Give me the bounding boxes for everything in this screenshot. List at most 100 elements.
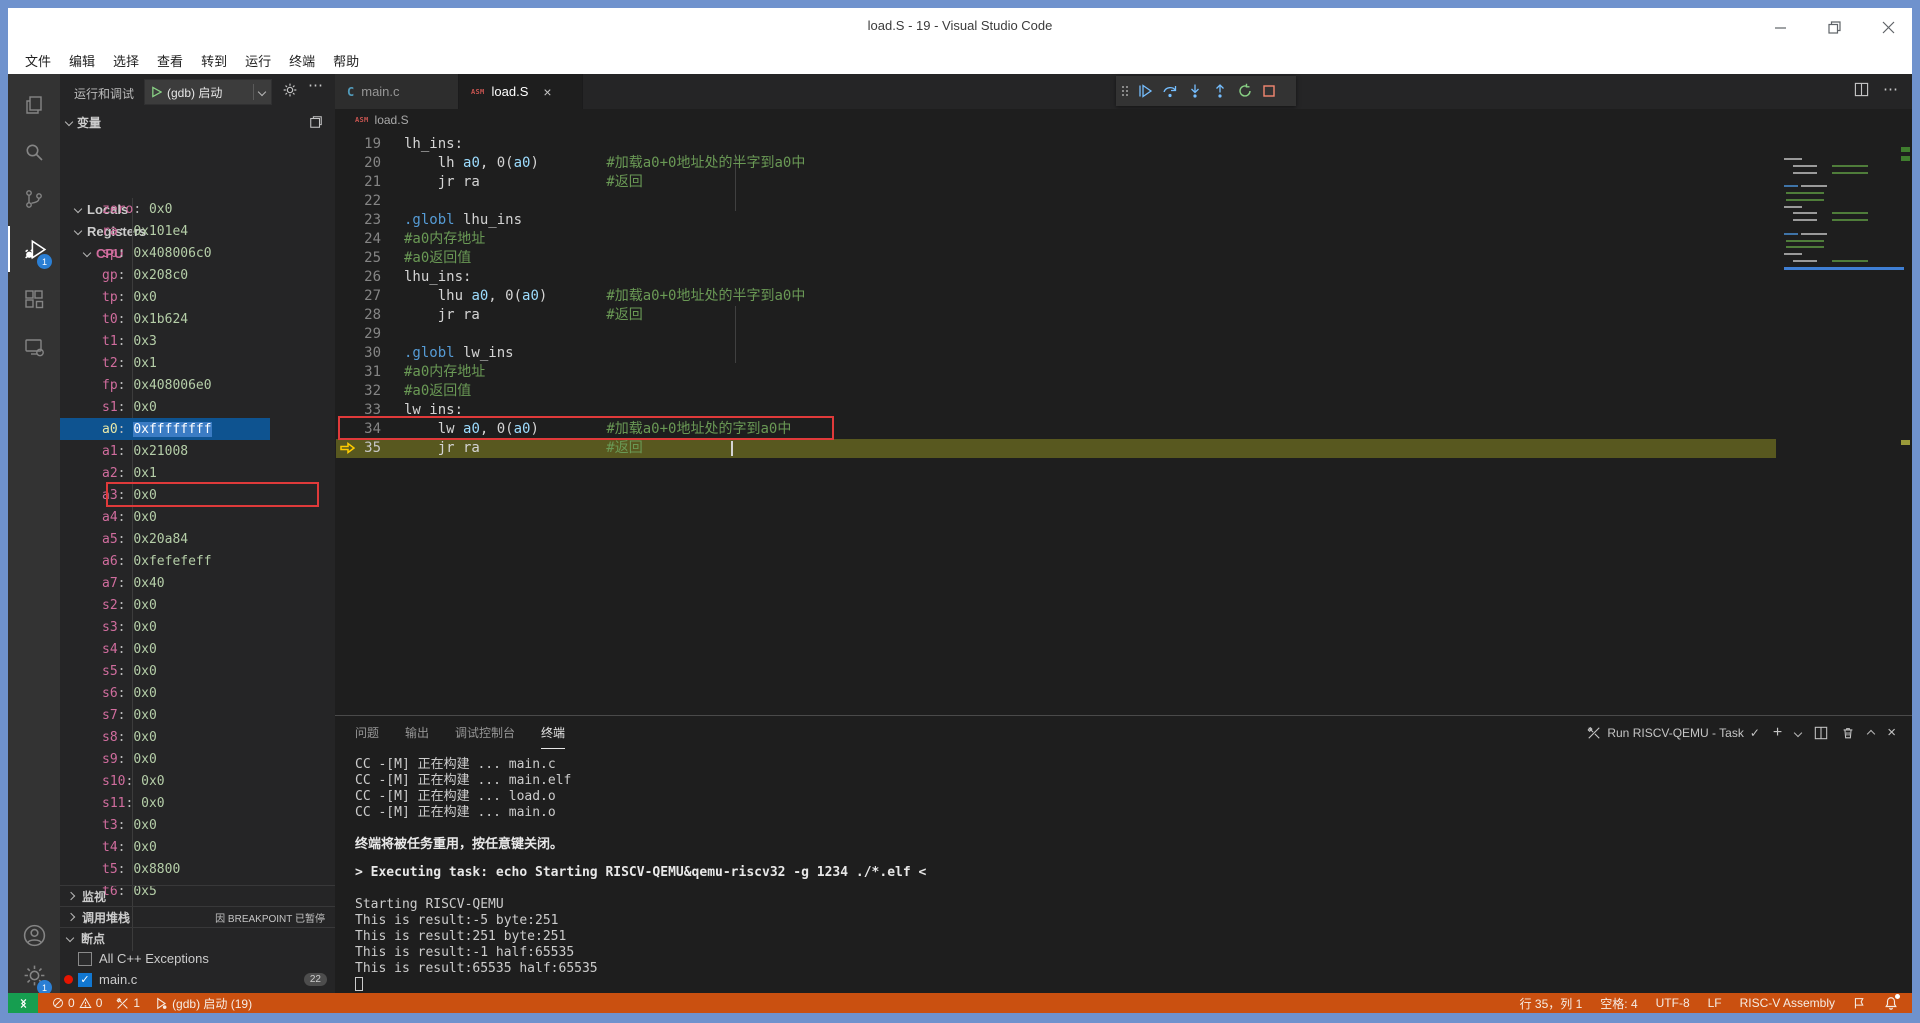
register-s11[interactable]: s11: 0x0 (60, 792, 335, 814)
tab-load.S[interactable]: ASMload.S× (459, 74, 583, 109)
register-s1[interactable]: s1: 0x0 (60, 396, 335, 418)
register-t2[interactable]: t2: 0x1 (60, 352, 335, 374)
register-a1[interactable]: a1: 0x21008 (60, 440, 335, 462)
register-a5[interactable]: a5: 0x20a84 (60, 528, 335, 550)
notifications-bell-icon[interactable] (1884, 996, 1898, 1010)
start-debug-icon[interactable] (151, 86, 162, 98)
register-t0[interactable]: t0: 0x1b624 (60, 308, 335, 330)
extensions-icon[interactable] (8, 276, 60, 322)
feedback-icon[interactable] (1853, 997, 1866, 1010)
maximize-panel-chevron-icon[interactable] (1867, 730, 1875, 738)
register-s5[interactable]: s5: 0x0 (60, 660, 335, 682)
encoding-status[interactable]: UTF-8 (1656, 996, 1690, 1010)
register-a7[interactable]: a7: 0x40 (60, 572, 335, 594)
editor[interactable]: ASM load.S 19lh_ins:20 lh a0, 0(a0) #加载a… (335, 109, 1912, 715)
register-s8[interactable]: s8: 0x0 (60, 726, 335, 748)
code-line-24[interactable]: 24#a0内存地址 (335, 230, 1912, 249)
continue-button[interactable] (1137, 83, 1153, 99)
register-zero[interactable]: zero: 0x0 (60, 198, 335, 220)
menu-item[interactable]: 编辑 (60, 48, 104, 73)
breakpoint-checkbox[interactable]: ✓ (78, 973, 92, 987)
code-line-19[interactable]: 19lh_ins: (335, 135, 1912, 154)
remote-indicator[interactable] (8, 993, 38, 1013)
menu-item[interactable]: 查看 (148, 48, 192, 73)
step-into-button[interactable] (1187, 83, 1203, 99)
register-a2[interactable]: a2: 0x1 (60, 462, 335, 484)
run-and-debug-icon[interactable]: 1 (8, 226, 60, 272)
register-gp[interactable]: gp: 0x208c0 (60, 264, 335, 286)
code-line-31[interactable]: 31#a0内存地址 (335, 363, 1912, 382)
callstack-section-header[interactable]: 调用堆栈 因 BREAKPOINT 已暂停 (60, 906, 335, 927)
register-a4[interactable]: a4: 0x0 (60, 506, 335, 528)
variables-section-header[interactable]: 变量 (60, 111, 335, 133)
language-mode-status[interactable]: RISC-V Assembly (1740, 996, 1835, 1010)
code-line-23[interactable]: 23.globl lhu_ins (335, 211, 1912, 230)
menu-item[interactable]: 终端 (280, 48, 324, 73)
code-line-26[interactable]: 26lhu_ins: (335, 268, 1912, 287)
breakpoint-row[interactable]: ✓main.c22 (60, 969, 335, 990)
launch-config-dropdown[interactable]: (gdb) 启动 (144, 79, 272, 105)
register-t3[interactable]: t3: 0x0 (60, 814, 335, 836)
terminal-picker-chevron-icon[interactable] (1794, 728, 1802, 736)
kill-terminal-icon[interactable] (1841, 726, 1855, 740)
restart-button[interactable] (1237, 83, 1253, 99)
step-over-button[interactable] (1162, 83, 1178, 99)
menu-item[interactable]: 选择 (104, 48, 148, 73)
register-s4[interactable]: s4: 0x0 (60, 638, 335, 660)
eol-status[interactable]: LF (1708, 996, 1722, 1010)
code-line-25[interactable]: 25#a0返回值 (335, 249, 1912, 268)
tab-main.c[interactable]: Cmain.c (335, 74, 459, 109)
search-icon[interactable] (8, 129, 60, 175)
more-actions-icon[interactable]: ⋯ (308, 76, 323, 94)
code-line-20[interactable]: 20 lh a0, 0(a0) #加载a0+0地址处的半字到a0中 (335, 154, 1912, 173)
menu-item[interactable]: 帮助 (324, 48, 368, 73)
menu-item[interactable]: 转到 (192, 48, 236, 73)
code-line-30[interactable]: 30.globl lw_ins (335, 344, 1912, 363)
close-panel-icon[interactable]: × (1887, 724, 1896, 741)
register-t5[interactable]: t5: 0x8800 (60, 858, 335, 880)
breakpoint-checkbox[interactable] (78, 952, 92, 966)
code-line-21[interactable]: 21 jr ra #返回 (335, 173, 1912, 192)
terminal-output[interactable]: CC -[M] 正在构建 ... main.cCC -[M] 正在构建 ... … (355, 753, 1902, 991)
running-tasks-status[interactable]: 1 (116, 996, 140, 1010)
code-line-29[interactable]: 29 (335, 325, 1912, 344)
breakpoints-section-header[interactable]: 断点 (60, 927, 335, 948)
problems-status[interactable]: 0 0 (52, 996, 102, 1010)
code-line-35[interactable]: 35 jr ra #返回 (335, 439, 1912, 458)
breakpoint-row[interactable]: All C++ Exceptions (60, 948, 335, 969)
code-line-22[interactable]: 22 (335, 192, 1912, 211)
watch-section-header[interactable]: 监视 (60, 885, 335, 906)
panel-tab-调试控制台[interactable]: 调试控制台 (455, 716, 515, 749)
close-button[interactable] (1874, 14, 1902, 40)
drag-handle-icon[interactable] (1122, 86, 1128, 96)
register-ra[interactable]: ra: 0x101e4 (60, 220, 335, 242)
register-s3[interactable]: s3: 0x0 (60, 616, 335, 638)
source-control-icon[interactable] (8, 176, 60, 222)
menu-item[interactable]: 运行 (236, 48, 280, 73)
explorer-icon[interactable] (8, 82, 60, 128)
stop-button[interactable] (1262, 84, 1276, 98)
breadcrumb[interactable]: ASM load.S (355, 113, 409, 127)
restore-button[interactable] (1820, 14, 1848, 40)
debug-settings-gear-icon[interactable] (282, 82, 298, 98)
code-line-27[interactable]: 27 lhu a0, 0(a0) #加载a0+0地址处的半字到a0中 (335, 287, 1912, 306)
debug-session-status[interactable]: (gdb) 启动 (19) (154, 995, 252, 1012)
panel-tab-输出[interactable]: 输出 (405, 716, 429, 749)
register-t1[interactable]: t1: 0x3 (60, 330, 335, 352)
register-fp[interactable]: fp: 0x408006e0 (60, 374, 335, 396)
editor-more-actions-icon[interactable]: ⋯ (1883, 80, 1898, 98)
register-s7[interactable]: s7: 0x0 (60, 704, 335, 726)
tab-close-icon[interactable]: × (543, 84, 551, 100)
terminal-task-label[interactable]: Run RISCV-QEMU - Task ✓ (1587, 726, 1760, 740)
panel-tab-终端[interactable]: 终端 (541, 716, 565, 749)
split-editor-icon[interactable] (1854, 82, 1869, 97)
code-line-32[interactable]: 32#a0返回值 (335, 382, 1912, 401)
register-tp[interactable]: tp: 0x0 (60, 286, 335, 308)
register-s9[interactable]: s9: 0x0 (60, 748, 335, 770)
register-sp[interactable]: sp: 0x408006c0 (60, 242, 335, 264)
register-a6[interactable]: a6: 0xfefefeff (60, 550, 335, 572)
register-s6[interactable]: s6: 0x0 (60, 682, 335, 704)
chevron-down-icon[interactable] (258, 88, 266, 96)
cursor-position-status[interactable]: 行 35，列 1 (1520, 995, 1583, 1012)
code-area[interactable]: 19lh_ins:20 lh a0, 0(a0) #加载a0+0地址处的半字到a… (335, 135, 1912, 715)
